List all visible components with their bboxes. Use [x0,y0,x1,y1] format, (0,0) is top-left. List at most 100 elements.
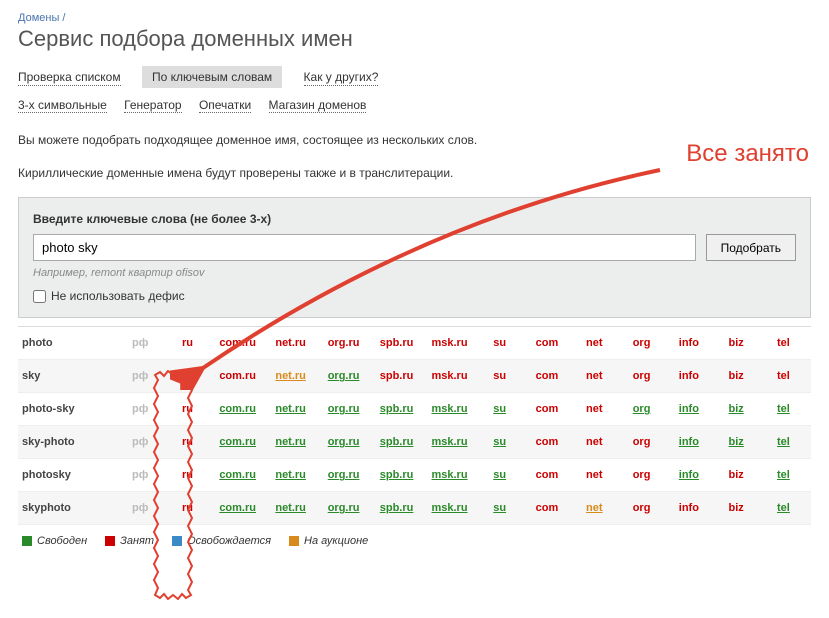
subtab-typos[interactable]: Опечатки [199,98,251,113]
zone-cell: org [618,370,665,382]
result-row: photoрфrucom.runet.ruorg.ruspb.rumsk.rus… [18,327,811,360]
zone-cell: biz [713,370,760,382]
zone-cell[interactable]: su [476,502,523,514]
tab-keywords[interactable]: По ключевым словам [142,66,282,88]
zone-cell: biz [713,469,760,481]
zone-cell[interactable]: biz [713,403,760,415]
zone-cell[interactable]: msk.ru [423,502,476,514]
tab-list-check[interactable]: Проверка списком [18,70,121,86]
zone-cell: com.ru [211,370,264,382]
search-label: Введите ключевые слова (не более 3-х) [33,212,796,226]
zone-cell: org [618,436,665,448]
zone-cell: рф [117,370,164,382]
zone-cell: org.ru [317,337,370,349]
zone-cell[interactable]: tel [760,469,807,481]
zone-cell[interactable]: spb.ru [370,502,423,514]
breadcrumb-link[interactable]: Домены [18,12,59,24]
zone-cell: ru [164,337,211,349]
zone-cell[interactable]: org.ru [317,436,370,448]
zone-cell: рф [117,337,164,349]
zone-cell[interactable]: tel [760,502,807,514]
zone-cell[interactable]: su [476,403,523,415]
zone-cell: spb.ru [370,337,423,349]
zone-cell: su [476,370,523,382]
zone-cell[interactable]: com.ru [211,436,264,448]
zone-cell[interactable]: su [476,469,523,481]
hyphen-checkbox[interactable] [33,290,46,303]
result-keyword: sky-photo [22,436,117,448]
result-keyword: photosky [22,469,117,481]
zone-cell: com [523,502,570,514]
submit-button[interactable]: Подобрать [706,234,796,261]
zone-cell[interactable]: info [665,469,712,481]
keywords-input[interactable] [33,234,696,261]
result-row: skyphotoрфrucom.runet.ruorg.ruspb.rumsk.… [18,492,811,525]
zone-cell[interactable]: org [618,403,665,415]
zone-cell[interactable]: su [476,436,523,448]
zone-cell[interactable]: net.ru [264,469,317,481]
zone-cell[interactable]: spb.ru [370,436,423,448]
subtab-market[interactable]: Магазин доменов [269,98,367,113]
zone-cell: info [665,370,712,382]
zone-cell[interactable]: net [571,502,618,514]
zone-cell[interactable]: net.ru [264,403,317,415]
zone-cell[interactable]: org.ru [317,469,370,481]
zone-cell: spb.ru [370,370,423,382]
zone-cell[interactable]: com.ru [211,469,264,481]
subtab-3char[interactable]: 3-х символьные [18,98,107,113]
zone-cell[interactable]: msk.ru [423,436,476,448]
zone-cell: org [618,502,665,514]
zone-cell: tel [760,337,807,349]
zone-cell[interactable]: net.ru [264,370,317,382]
zone-cell[interactable]: org.ru [317,370,370,382]
zone-cell: ru [164,436,211,448]
zone-cell[interactable]: msk.ru [423,469,476,481]
zone-cell: net [571,370,618,382]
zone-cell[interactable]: tel [760,403,807,415]
legend-releasing: Освобождается [172,535,271,547]
zone-cell[interactable]: com.ru [211,502,264,514]
breadcrumb-sep: / [62,12,65,24]
zone-cell: net [571,436,618,448]
zone-cell: net [571,469,618,481]
hyphen-checkbox-label: Не использовать дефис [51,289,185,303]
zone-cell[interactable]: com.ru [211,403,264,415]
results-table: photoрфrucom.runet.ruorg.ruspb.rumsk.rus… [18,326,811,525]
zone-cell: com [523,337,570,349]
zone-cell[interactable]: msk.ru [423,403,476,415]
search-hint: Например, remont квартир ofisov [33,267,796,279]
zone-cell[interactable]: tel [760,436,807,448]
tab-like-others[interactable]: Как у других? [304,70,379,86]
zone-cell: info [665,337,712,349]
zone-cell: com.ru [211,337,264,349]
tabs-secondary: 3-х символьные Генератор Опечатки Магази… [18,98,811,113]
zone-cell: biz [713,337,760,349]
result-keyword: sky [22,370,117,382]
zone-cell[interactable]: org.ru [317,403,370,415]
subtab-generator[interactable]: Генератор [124,98,181,113]
zone-cell[interactable]: org.ru [317,502,370,514]
zone-cell[interactable]: biz [713,436,760,448]
zone-cell[interactable]: info [665,403,712,415]
legend-auction: На аукционе [289,535,368,547]
zone-cell: ru [164,469,211,481]
result-row: sky-photoрфrucom.runet.ruorg.ruspb.rumsk… [18,426,811,459]
zone-cell: com [523,370,570,382]
zone-cell: info [665,502,712,514]
zone-cell: msk.ru [423,337,476,349]
zone-cell: org [618,337,665,349]
zone-cell[interactable]: spb.ru [370,469,423,481]
zone-cell: net.ru [264,337,317,349]
zone-cell[interactable]: net.ru [264,502,317,514]
zone-cell: biz [713,502,760,514]
page-title: Сервис подбора доменных имен [18,26,811,52]
result-row: photo-skyрфrucom.runet.ruorg.ruspb.rumsk… [18,393,811,426]
zone-cell[interactable]: spb.ru [370,403,423,415]
zone-cell: net [571,337,618,349]
result-row: skyрфrucom.runet.ruorg.ruspb.rumsk.rusuc… [18,360,811,393]
breadcrumb: Домены / [18,12,811,24]
zone-cell[interactable]: info [665,436,712,448]
hyphen-checkbox-row[interactable]: Не использовать дефис [33,289,796,303]
legend: Свободен Занят Освобождается На аукционе [18,525,811,557]
zone-cell[interactable]: net.ru [264,436,317,448]
